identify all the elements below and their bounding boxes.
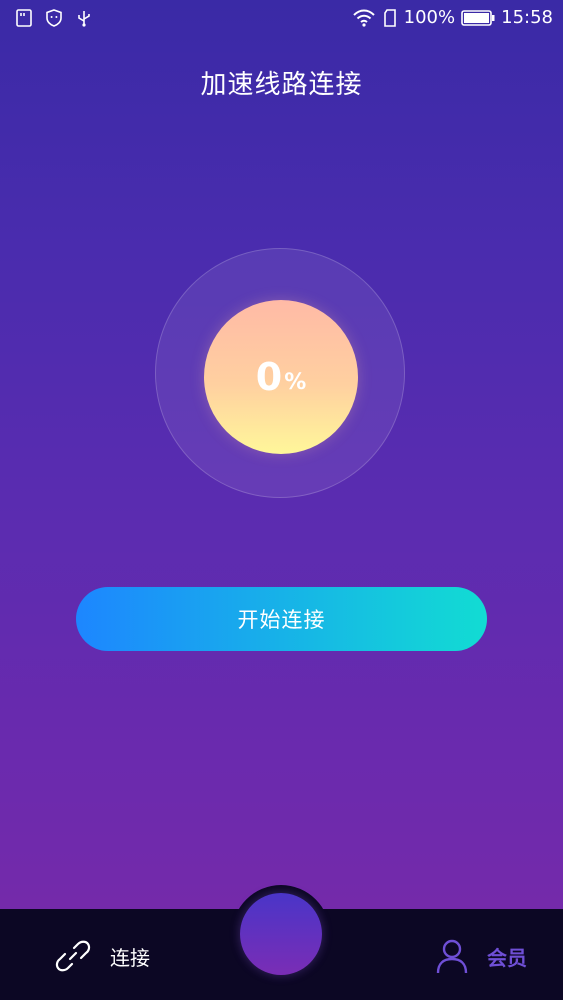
progress-circle: 0 % xyxy=(204,300,358,454)
nav-item-member[interactable]: 会员 xyxy=(435,934,527,978)
nav-label-member: 会员 xyxy=(487,945,527,970)
progress-unit: % xyxy=(284,369,307,395)
status-time: 15:58 xyxy=(501,7,553,28)
nav-item-connect[interactable]: 连接 xyxy=(54,934,150,978)
battery-percent: 100% xyxy=(403,7,456,28)
link-icon xyxy=(55,940,91,972)
shield-icon xyxy=(46,9,62,27)
user-icon xyxy=(436,939,468,974)
start-connect-button[interactable]: 开始连接 xyxy=(76,587,487,651)
wifi-icon xyxy=(352,9,375,27)
nav-label-connect: 连接 xyxy=(110,945,150,970)
sim-slot-icon xyxy=(383,8,396,27)
usb-icon xyxy=(78,11,90,27)
app-screen: 100% 15:58 加速线路连接 0 % 开始连接 连接 会员 xyxy=(0,0,563,1000)
status-bar: 100% 15:58 xyxy=(0,0,563,38)
status-bar-right: 100% 15:58 xyxy=(352,7,553,28)
page-title: 加速线路连接 xyxy=(200,70,363,100)
center-action-button[interactable] xyxy=(240,893,322,975)
sim-card-icon xyxy=(16,9,32,27)
status-bar-left-icons xyxy=(14,8,94,28)
battery-full-icon xyxy=(461,9,495,26)
progress-value: 0 xyxy=(255,355,283,399)
